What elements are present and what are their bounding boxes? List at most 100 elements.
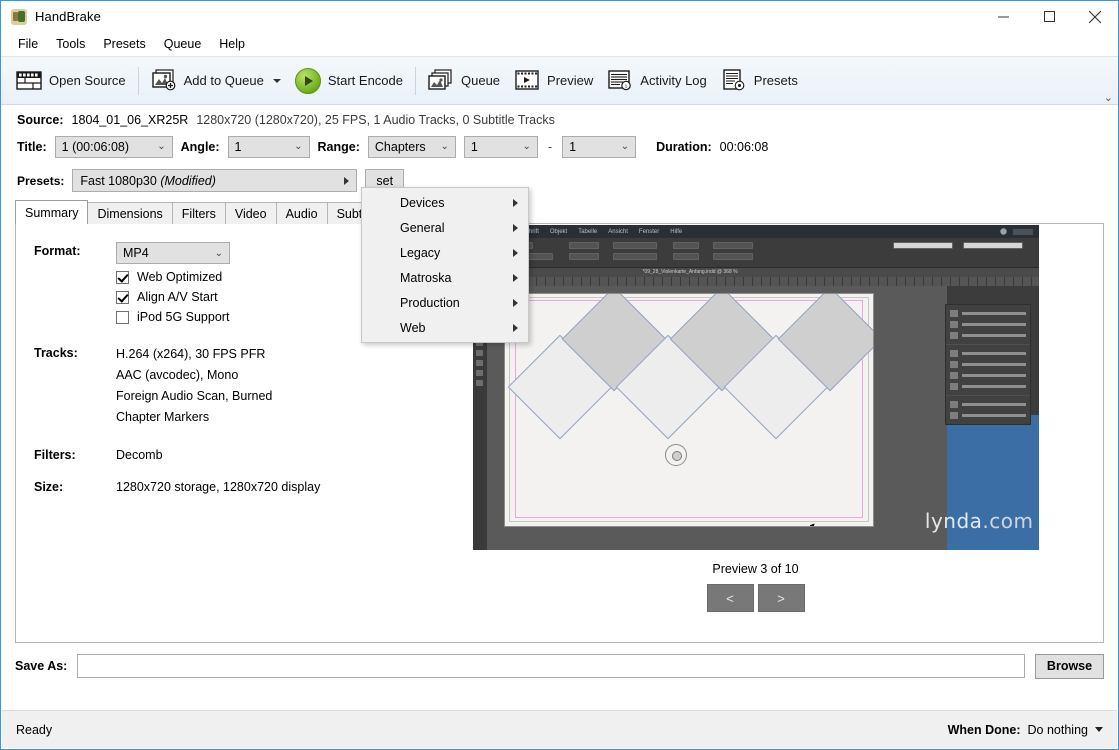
- save-as-input[interactable]: [77, 654, 1025, 678]
- menu-item-matroska[interactable]: Matroska: [362, 265, 528, 290]
- chevron-down-icon[interactable]: [272, 78, 281, 83]
- format-select[interactable]: MP4 ⌄: [116, 242, 230, 264]
- chapter-end-select[interactable]: 1 ⌄: [562, 136, 637, 158]
- indesign-page: [504, 294, 873, 526]
- duration-value: 00:06:08: [719, 140, 769, 154]
- menu-item-queue[interactable]: Queue: [155, 34, 211, 54]
- open-source-button[interactable]: Open Source: [9, 61, 133, 101]
- close-icon[interactable]: [1072, 1, 1118, 32]
- source-row: Source: 1804_01_06_XR25R 1280x720 (1280x…: [1, 105, 1118, 131]
- menu-item-devices[interactable]: Devices: [362, 190, 528, 215]
- menu-item-file[interactable]: File: [9, 34, 47, 54]
- chevron-down-icon[interactable]: [1095, 727, 1103, 732]
- browse-button[interactable]: Browse: [1035, 653, 1104, 679]
- menu-item-tools[interactable]: Tools: [47, 34, 94, 54]
- chevron-right-icon: [513, 248, 518, 257]
- preview-button[interactable]: Preview: [507, 61, 600, 101]
- range-label: Range:: [317, 140, 360, 154]
- menu-item-label: Devices: [400, 195, 445, 210]
- presets-label: Presets:: [17, 173, 65, 188]
- preset-value: Fast 1080p30: [80, 173, 157, 188]
- toolbar-separator: [137, 66, 139, 95]
- queue-button[interactable]: Queue: [421, 61, 507, 101]
- preview-label: Preview: [547, 73, 594, 88]
- menu-item-label: Web: [400, 320, 426, 335]
- chevron-right-icon: [513, 223, 518, 232]
- handbrake-icon: [11, 8, 27, 25]
- menu-bar: File Tools Presets Queue Help: [1, 32, 1118, 56]
- preset-select[interactable]: Fast 1080p30 (Modified): [72, 169, 358, 192]
- ipod-5g-support-checkbox[interactable]: [116, 310, 129, 324]
- menu-item-production[interactable]: Production: [362, 290, 528, 315]
- menu-item-general[interactable]: General: [362, 215, 528, 240]
- tab-filters[interactable]: Filters: [171, 202, 226, 224]
- track-line: AAC (avcodec), Mono: [116, 368, 239, 382]
- activity-log-button[interactable]: i Activity Log: [600, 61, 713, 101]
- angle-select[interactable]: 1 ⌄: [227, 136, 310, 158]
- source-meta: 1280x720 (1280x720), 25 FPS, 1 Audio Tra…: [196, 113, 555, 127]
- preset-modified-flag: (Modified): [160, 173, 216, 188]
- tab-dimensions[interactable]: Dimensions: [87, 202, 173, 224]
- handbrake-window: HandBrake File Tools Presets Queue Help: [0, 0, 1119, 750]
- web-optimized-checkbox[interactable]: [116, 270, 129, 284]
- source-label: Source:: [17, 113, 64, 127]
- align-av-start-label: Align A/V Start: [137, 290, 218, 304]
- title-label: Title:: [17, 140, 47, 154]
- menu-item-presets[interactable]: Presets: [94, 34, 154, 54]
- filters-value: Decomb: [116, 448, 163, 462]
- align-av-start-checkbox[interactable]: [116, 290, 129, 304]
- preview-navigation: < >: [706, 584, 805, 612]
- chapter-start-select[interactable]: 1 ⌄: [463, 136, 538, 158]
- range-type-select[interactable]: Chapters ⌄: [367, 136, 456, 158]
- add-to-queue-label: Add to Queue: [183, 73, 264, 88]
- indesign-menu-item: Tabelle: [578, 228, 598, 235]
- web-optimized-label: Web Optimized: [137, 270, 223, 284]
- start-encode-button[interactable]: Start Encode: [288, 61, 410, 101]
- status-text: Ready: [16, 722, 53, 737]
- add-to-queue-button[interactable]: Add to Queue: [144, 61, 288, 101]
- menu-item-web[interactable]: Web: [362, 315, 528, 340]
- title-select[interactable]: 1 (00:06:08) ⌄: [54, 136, 173, 158]
- start-encode-label: Start Encode: [327, 73, 403, 88]
- summary-content: Format: MP4 ⌄ Web Optimized Align A/V St…: [16, 224, 408, 642]
- title-range-row: Title: 1 (00:06:08) ⌄ Angle: 1 ⌄ Range: …: [1, 131, 1118, 164]
- add-to-queue-icon: [151, 68, 177, 93]
- track-line: Foreign Audio Scan, Burned: [116, 389, 273, 403]
- preview-prev-button[interactable]: <: [706, 584, 754, 612]
- tab-audio[interactable]: Audio: [275, 202, 328, 224]
- tab-video[interactable]: Video: [224, 202, 277, 224]
- indesign-panel-popup: [944, 304, 1031, 425]
- chevron-right-icon: [513, 298, 518, 307]
- when-done-value[interactable]: Do nothing: [1028, 723, 1088, 737]
- when-done-group: When Done: Do nothing: [948, 723, 1103, 737]
- source-name: 1804_01_06_XR25R: [71, 113, 189, 127]
- size-row: Size: 1280x720 storage, 1280x720 display: [34, 478, 408, 494]
- preview-image[interactable]: n Layout Schrift Objekt Tabelle Ansicht …: [472, 225, 1039, 550]
- format-value: MP4: [123, 246, 149, 260]
- tab-summary[interactable]: Summary: [15, 200, 89, 224]
- filters-row: Filters: Decomb: [34, 446, 408, 462]
- toolbar-overflow-icon[interactable]: ⌄: [1104, 93, 1113, 104]
- indesign-control-bar: [472, 238, 1039, 268]
- angle-value: 1: [234, 140, 242, 154]
- menu-item-help[interactable]: Help: [210, 34, 254, 54]
- lynda-watermark: lynda.com: [925, 509, 1034, 533]
- presets-toolbar-button[interactable]: Presets: [714, 61, 805, 101]
- maximize-icon[interactable]: [1026, 1, 1072, 32]
- preview-film-icon: [514, 69, 540, 93]
- menu-item-legacy[interactable]: Legacy: [362, 240, 528, 265]
- angle-label: Angle:: [180, 140, 220, 154]
- play-icon: [294, 67, 321, 94]
- track-line: Chapter Markers: [116, 410, 210, 424]
- minimize-icon[interactable]: [980, 1, 1026, 32]
- chapter-end-value: 1: [569, 140, 577, 154]
- title-bar: HandBrake: [1, 1, 1118, 32]
- preview-next-button[interactable]: >: [757, 584, 805, 612]
- activity-log-icon: i: [607, 69, 633, 93]
- window-controls: [980, 1, 1118, 32]
- chevron-right-icon: [513, 323, 518, 332]
- lynda-watermark-text: lynda: [924, 509, 983, 533]
- film-clapper-icon: [16, 69, 42, 93]
- chevron-down-icon: ⌄: [440, 141, 449, 152]
- menu-item-label: Legacy: [400, 245, 441, 260]
